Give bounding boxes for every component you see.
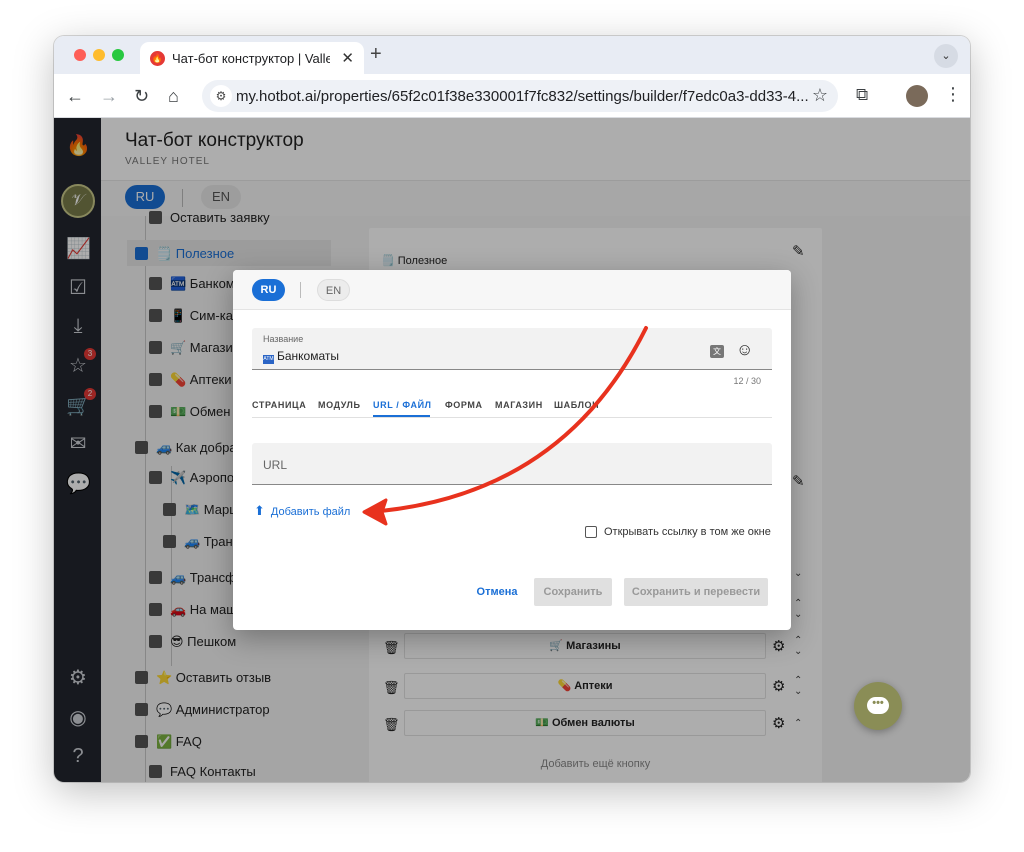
forward-arrow-icon[interactable]: → [100,86,118,107]
name-field-label: Название [263,334,304,344]
app-root: 🔥 𝒱 📈 ☑ ⤓ ☆ 3 🛒 2 ✉ 💬 ⚙ ◉ ? Чат-бот конс… [54,118,970,782]
browser-window: 🔥 Чат-бот конструктор | Valley Hotel ✕ +… [54,36,970,782]
url-input[interactable]: URL [252,443,772,485]
emoji-picker-icon[interactable]: ☺ [736,340,753,360]
home-icon[interactable]: ⌂ [168,86,179,107]
tab-title: Чат-бот конструктор | Valley Hotel [172,51,330,66]
browser-tab[interactable]: 🔥 Чат-бот конструктор | Valley Hotel ✕ [140,42,364,74]
char-counter: 12 / 30 [733,376,761,386]
button-edit-dialog: RU EN Название ATM Банкоматы 文 ☺ 12 / 30 … [233,270,791,630]
save-button[interactable]: Сохранить [534,578,612,606]
address-bar[interactable]: ⚙ my.hotbot.ai/properties/65f2c01f38e330… [202,80,838,112]
open-same-window-checkbox[interactable] [585,526,597,538]
link-type-tabs: СТРАНИЦА МОДУЛЬ URL / ФАЙЛ ФОРМА МАГАЗИН… [252,394,772,418]
dialog-lang-ru-button[interactable]: RU [252,279,285,301]
tab-url-file[interactable]: URL / ФАЙЛ [373,400,432,410]
tab-strip: 🔥 Чат-бот конструктор | Valley Hotel ✕ +… [54,36,970,74]
site-settings-icon[interactable]: ⚙ [210,85,232,107]
new-tab-icon[interactable]: + [370,43,382,66]
name-field[interactable]: Название ATM Банкоматы 文 ☺ [252,328,772,370]
active-tab-indicator [373,415,430,417]
close-tab-icon[interactable]: ✕ [341,49,354,67]
name-field-value: ATM Банкоматы [263,349,340,364]
open-same-window-label: Открывать ссылку в том же окне [604,526,771,538]
atm-emoji-icon: ATM [263,355,274,364]
profile-avatar[interactable] [906,85,928,107]
add-file-button[interactable]: ⬆ Добавить файл [254,503,350,519]
cancel-button[interactable]: Отмена [469,578,525,606]
chat-dots-icon: ••• [867,697,889,714]
back-arrow-icon[interactable]: ← [66,86,84,107]
bookmark-star-icon[interactable]: ☆ [812,85,828,106]
hotbot-favicon-icon: 🔥 [150,51,165,66]
tab-template[interactable]: ШАБЛОН [554,400,599,410]
browser-toolbar: ← → ↻ ⌂ ⚙ my.hotbot.ai/properties/65f2c0… [54,74,970,118]
tab-shop[interactable]: МАГАЗИН [495,400,543,410]
extensions-puzzle-icon[interactable]: ⧉ [856,85,868,105]
browser-menu-icon[interactable]: ⋮ [944,84,962,105]
dialog-lang-en-button[interactable]: EN [317,279,350,301]
lang-divider [300,282,301,298]
tab-search-chevron-icon[interactable]: ⌄ [934,44,958,68]
tab-form[interactable]: ФОРМА [445,400,483,410]
minimize-window-button[interactable] [93,49,105,61]
dialog-language-bar: RU EN [233,270,791,310]
maximize-window-button[interactable] [112,49,124,61]
tab-module[interactable]: МОДУЛЬ [318,400,361,410]
upload-arrow-icon: ⬆ [254,503,265,518]
url-placeholder: URL [263,458,288,472]
chat-widget-button[interactable]: ••• [854,682,902,730]
reload-icon[interactable]: ↻ [134,86,149,107]
url-text[interactable]: my.hotbot.ai/properties/65f2c01f38e33000… [236,88,809,105]
translate-icon[interactable]: 文 [710,345,724,358]
close-window-button[interactable] [74,49,86,61]
save-translate-button[interactable]: Сохранить и перевести [624,578,768,606]
tab-page[interactable]: СТРАНИЦА [252,400,306,410]
